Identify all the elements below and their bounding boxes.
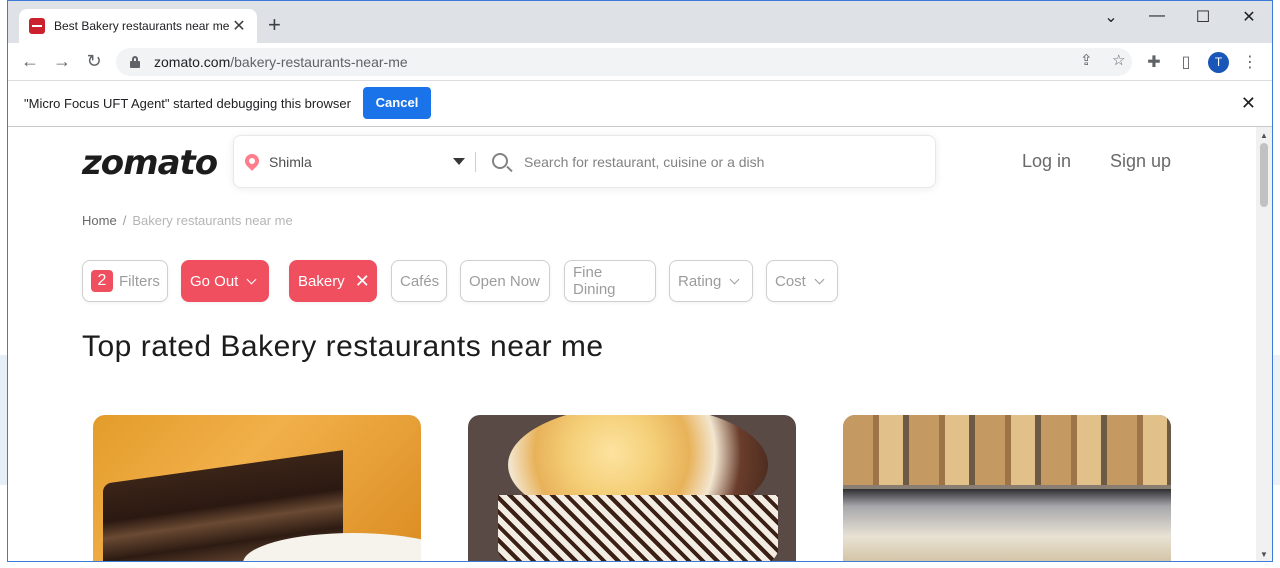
restaurant-card-image[interactable]: [843, 415, 1171, 561]
chocolate-lattice-image: [498, 495, 778, 561]
minimize-icon[interactable]: —: [1142, 7, 1172, 25]
page-scrollbar[interactable]: ▲ ▼: [1256, 127, 1272, 561]
location-pin-icon: [242, 151, 262, 171]
breadcrumb-current: Bakery restaurants near me: [132, 213, 293, 228]
scrollbar-thumb[interactable]: [1260, 143, 1268, 207]
infobar-close-icon[interactable]: ✕: [1241, 93, 1256, 114]
maximize-icon[interactable]: ☐: [1188, 7, 1218, 27]
side-panel-icon[interactable]: ▯: [1176, 52, 1196, 72]
location-selector[interactable]: Shimla: [269, 154, 312, 170]
share-icon[interactable]: ⇪: [1080, 51, 1093, 69]
cafes-label: Cafés: [400, 272, 440, 290]
restaurant-card-image[interactable]: [468, 415, 796, 561]
forward-arrow-icon[interactable]: →: [50, 51, 74, 72]
open-now-label: Open Now: [469, 272, 540, 290]
bakery-label: Bakery: [298, 272, 345, 290]
login-link[interactable]: Log in: [1022, 151, 1071, 172]
browser-toolbar: ← → ↻ zomato.com/bakery-restaurants-near…: [8, 43, 1272, 81]
fine-dining-label: Fine Dining: [573, 264, 616, 298]
signup-link[interactable]: Sign up: [1110, 151, 1171, 172]
page-content: zomato Shimla Log in Sign up Home / Bakery…: [8, 127, 1258, 561]
chevron-down-icon: [814, 274, 825, 284]
rating-label: Rating: [678, 272, 722, 290]
bakery-shelf-image: [843, 415, 1171, 485]
rating-chip[interactable]: Rating: [669, 260, 753, 302]
infobar-message: "Micro Focus UFT Agent" started debuggin…: [24, 96, 351, 111]
open-now-chip[interactable]: Open Now: [460, 260, 550, 302]
search-input[interactable]: [524, 149, 924, 175]
page-title: Top rated Bakery restaurants near me: [82, 330, 604, 363]
search-bar: Shimla: [233, 135, 936, 188]
scroll-down-icon[interactable]: ▼: [1260, 550, 1268, 559]
url-text: zomato.com/bakery-restaurants-near-me: [154, 54, 408, 70]
profile-avatar[interactable]: T: [1208, 52, 1229, 73]
scroll-up-icon[interactable]: ▲: [1260, 131, 1268, 140]
filters-label: Filters: [119, 272, 160, 290]
extensions-puzzle-icon[interactable]: ✚: [1144, 52, 1164, 72]
display-counter-image: [843, 489, 1171, 561]
tab-strip: Best Bakery restaurants near me ✕ + ⌄ — …: [8, 1, 1272, 43]
browser-tab[interactable]: Best Bakery restaurants near me ✕: [19, 9, 257, 43]
cafes-chip[interactable]: Cafés: [391, 260, 447, 302]
tab-title: Best Bakery restaurants near me: [54, 19, 230, 33]
bakery-chip[interactable]: Bakery ✕: [289, 260, 377, 302]
tab-search-chevron-icon[interactable]: ⌄: [1096, 7, 1126, 27]
reload-icon[interactable]: ↻: [82, 51, 106, 72]
new-tab-icon[interactable]: +: [268, 14, 281, 36]
search-divider: [475, 152, 476, 172]
restaurant-card-image[interactable]: [93, 415, 421, 561]
tab-close-icon[interactable]: ✕: [231, 16, 247, 36]
go-out-label: Go Out: [190, 272, 239, 290]
bookmark-star-icon[interactable]: ☆: [1112, 51, 1125, 69]
remove-filter-icon[interactable]: ✕: [355, 271, 370, 292]
breadcrumb-separator: /: [122, 213, 127, 228]
breadcrumb-home[interactable]: Home: [82, 213, 117, 228]
chevron-down-icon: [729, 274, 740, 284]
lock-icon[interactable]: [130, 56, 140, 68]
filters-chip[interactable]: 2 Filters: [82, 260, 168, 302]
debugging-infobar: "Micro Focus UFT Agent" started debuggin…: [8, 81, 1272, 127]
window-close-icon[interactable]: ✕: [1234, 7, 1264, 27]
kebab-menu-icon[interactable]: ⋮: [1240, 52, 1260, 72]
cost-label: Cost: [775, 272, 806, 290]
browser-window: Best Bakery restaurants near me ✕ + ⌄ — …: [7, 0, 1273, 562]
search-icon: [492, 153, 508, 169]
breadcrumb: Home / Bakery restaurants near me: [82, 213, 293, 228]
location-dropdown-caret-icon[interactable]: [453, 158, 465, 165]
zomato-logo[interactable]: zomato: [82, 143, 218, 183]
fine-dining-chip[interactable]: Fine Dining: [564, 260, 656, 302]
chevron-down-icon: [246, 274, 257, 284]
zomato-favicon-icon: [29, 18, 45, 34]
infobar-cancel-button[interactable]: Cancel: [363, 87, 431, 119]
go-out-chip[interactable]: Go Out: [181, 260, 269, 302]
filter-count-badge: 2: [91, 270, 113, 292]
address-bar[interactable]: zomato.com/bakery-restaurants-near-me ⇪ …: [116, 48, 1132, 76]
back-arrow-icon[interactable]: ←: [18, 51, 42, 72]
cost-chip[interactable]: Cost: [766, 260, 838, 302]
